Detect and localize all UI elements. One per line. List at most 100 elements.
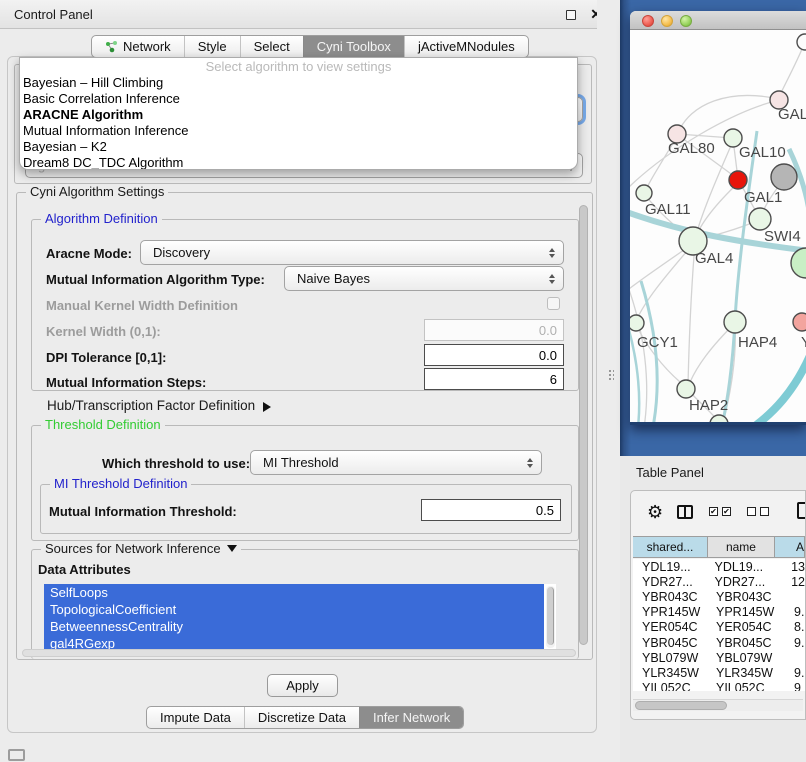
- dpi-tolerance-input[interactable]: 0.0: [424, 344, 564, 366]
- node-SWI4[interactable]: [791, 248, 806, 278]
- mi-steps-input[interactable]: 6: [424, 368, 564, 390]
- traffic-light-minimize-icon[interactable]: [661, 15, 673, 27]
- tab-jactivemnodules[interactable]: jActiveMNodules: [404, 36, 528, 57]
- cell-shared-name: YBR045C: [633, 635, 709, 650]
- cell-name: YBL079W: [709, 650, 777, 665]
- network-window: GAL GAL80 GAL10 GAL11 GAL1 GAL4 SWI4 GCY…: [630, 11, 806, 425]
- panel-splitter[interactable]: [597, 0, 620, 762]
- network-desktop: GAL GAL80 GAL10 GAL11 GAL1 GAL4 SWI4 GCY…: [620, 0, 806, 456]
- deselect-all-checkbox-icon[interactable]: [760, 507, 769, 516]
- network-window-titlebar[interactable]: [630, 11, 806, 30]
- node-GCY1[interactable]: [630, 315, 644, 331]
- cell-shared-name: YPR145W: [633, 605, 709, 620]
- tab-select[interactable]: Select: [240, 36, 303, 57]
- node-label: GAL: [778, 106, 806, 123]
- aracne-mode-label: Aracne Mode:: [46, 246, 132, 261]
- mi-type-combo[interactable]: Naive Bayes: [284, 266, 564, 291]
- tab-network[interactable]: Network: [92, 36, 184, 57]
- popup-item[interactable]: Bayesian – K2: [20, 139, 577, 155]
- which-threshold-combo[interactable]: MI Threshold: [250, 450, 542, 475]
- node-red-selected[interactable]: [729, 171, 747, 189]
- popup-item[interactable]: Dream8 DC_TDC Algorithm: [20, 155, 577, 170]
- cell-value: 13: [774, 559, 805, 574]
- gear-icon[interactable]: ⚙: [647, 503, 663, 521]
- popup-item[interactable]: Bayesian – Hill Climbing: [20, 75, 577, 91]
- tab-style[interactable]: Style: [184, 36, 240, 57]
- deselect-all-checkbox-icon[interactable]: [747, 507, 756, 516]
- float-window-icon[interactable]: [566, 10, 576, 20]
- table-row[interactable]: YBR043CYBR043C: [633, 589, 805, 604]
- splitter-grip-icon: [608, 369, 614, 381]
- table-row[interactable]: YER054CYER054C8.: [633, 620, 805, 635]
- combo-stepper-icon: [549, 274, 555, 284]
- mi-type-label: Mutual Information Algorithm Type:: [46, 272, 265, 287]
- tab-discretize-data[interactable]: Discretize Data: [244, 707, 359, 728]
- tab-infer-network[interactable]: Infer Network: [359, 707, 463, 728]
- node-HAP2[interactable]: [677, 380, 695, 398]
- mi-threshold-definition-group: MI Threshold Definition Mutual Informati…: [40, 484, 572, 534]
- list-item[interactable]: SelfLoops: [44, 584, 544, 601]
- tab-cyni-toolbox-label: Cyni Toolbox: [317, 39, 391, 54]
- node-Y-partial[interactable]: [793, 313, 806, 331]
- select-all-checkbox-icon[interactable]: [722, 507, 731, 516]
- tab-infer-network-label: Infer Network: [373, 710, 450, 725]
- algorithm-dropdown-popup: Select algorithm to view settings Bayesi…: [19, 57, 578, 170]
- network-canvas[interactable]: GAL GAL80 GAL10 GAL11 GAL1 GAL4 SWI4 GCY…: [630, 30, 806, 422]
- collapsed-panel-icon[interactable]: [8, 749, 25, 761]
- settings-vertical-scrollbar[interactable]: [579, 205, 589, 645]
- popup-item[interactable]: Basic Correlation Inference: [20, 91, 577, 107]
- table-row[interactable]: YDR27...YDR27...12: [633, 574, 805, 589]
- tab-impute-data[interactable]: Impute Data: [147, 707, 244, 728]
- column-header-name[interactable]: name: [708, 537, 775, 557]
- manual-kernel-label: Manual Kernel Width Definition: [46, 298, 238, 313]
- node-GAL11[interactable]: [636, 185, 652, 201]
- list-item[interactable]: TopologicalCoefficient: [44, 601, 544, 618]
- traffic-light-zoom-icon[interactable]: [680, 15, 692, 27]
- settings-horizontal-scrollbar[interactable]: [22, 649, 576, 657]
- mi-threshold-input[interactable]: 0.5: [421, 499, 561, 521]
- mi-threshold-legend: MI Threshold Definition: [50, 476, 191, 491]
- node-label: HAP2: [689, 397, 728, 414]
- list-vertical-scrollbar[interactable]: [546, 586, 555, 648]
- table-row[interactable]: YBR045CYBR045C9.: [633, 635, 805, 650]
- manual-kernel-checkbox[interactable]: [547, 297, 560, 310]
- column-header-partial[interactable]: A: [775, 537, 805, 557]
- hub-definition-disclosure[interactable]: Hub/Transcription Factor Definition: [47, 398, 271, 413]
- traffic-light-close-icon[interactable]: [642, 15, 654, 27]
- node-label: GAL4: [695, 250, 733, 267]
- table-row[interactable]: YBL079WYBL079W: [633, 650, 805, 665]
- popup-item-selected[interactable]: ARACNE Algorithm: [20, 107, 577, 123]
- cell-value: 9.: [777, 665, 805, 680]
- select-all-checkbox-icon[interactable]: [709, 507, 718, 516]
- table-frame: ⚙ shared... name A YDL19...YDL19...13 YD…: [630, 490, 806, 720]
- node-GAL1[interactable]: [749, 208, 771, 230]
- split-columns-icon[interactable]: [677, 505, 693, 519]
- apply-button-label: Apply: [286, 678, 319, 693]
- cell-value: 9.: [777, 605, 805, 620]
- table-mode-icon[interactable]: [797, 502, 806, 519]
- top-tab-bar: Network Style Select Cyni Toolbox jActiv…: [91, 35, 529, 58]
- cyni-algorithm-settings-group: Cyni Algorithm Settings Algorithm Defini…: [16, 192, 593, 660]
- node-gray[interactable]: [771, 164, 797, 190]
- table-row[interactable]: YPR145WYPR145W9.: [633, 605, 805, 620]
- column-header-shared-name[interactable]: shared...: [633, 537, 708, 557]
- list-item[interactable]: BetweennessCentrality: [44, 618, 544, 635]
- table-row[interactable]: YIL052CYIL052C9: [633, 681, 805, 692]
- table-row[interactable]: YLR345WYLR345W9.: [633, 665, 805, 680]
- network-graph: GAL GAL80 GAL10 GAL11 GAL1 GAL4 SWI4 GCY…: [630, 30, 806, 422]
- node-HAP4[interactable]: [724, 311, 746, 333]
- apply-button[interactable]: Apply: [267, 674, 338, 697]
- node-unlabeled-top[interactable]: [797, 34, 806, 50]
- which-threshold-value: MI Threshold: [263, 455, 339, 470]
- table-row[interactable]: YDL19...YDL19...13: [633, 559, 805, 574]
- tab-cyni-toolbox[interactable]: Cyni Toolbox: [303, 36, 404, 57]
- tab-select-label: Select: [254, 39, 290, 54]
- table-horizontal-scrollbar[interactable]: [633, 699, 803, 711]
- kernel-width-input[interactable]: 0.0: [424, 319, 564, 341]
- popup-item[interactable]: Mutual Information Inference: [20, 123, 577, 139]
- cell-name: YBR043C: [709, 589, 777, 604]
- sources-legend-row[interactable]: Sources for Network Inference: [41, 541, 241, 556]
- cell-shared-name: YDR27...: [633, 574, 707, 589]
- aracne-mode-combo[interactable]: Discovery: [140, 240, 564, 265]
- cell-shared-name: YBR043C: [633, 589, 709, 604]
